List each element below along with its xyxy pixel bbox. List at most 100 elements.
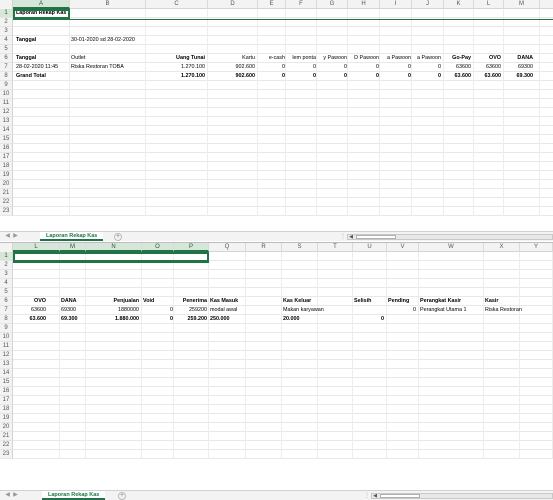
- tab-split-handle-icon[interactable]: ⋮: [364, 492, 370, 499]
- header-ovo[interactable]: OVO: [474, 54, 502, 63]
- row-header-16[interactable]: 16: [0, 387, 13, 396]
- row-header-3[interactable]: 3: [0, 27, 13, 36]
- row-header-8[interactable]: 8: [0, 72, 13, 81]
- sheet-tab-laporan-rekap-kas[interactable]: Laporan Rekap Kas: [42, 491, 106, 500]
- header-pawoon-4[interactable]: a Pawoon: [412, 54, 442, 63]
- row7-pawoon-1[interactable]: 0: [317, 72, 348, 81]
- header-kartu[interactable]: Kartu: [208, 54, 256, 63]
- horizontal-scrollbar[interactable]: ◀: [347, 234, 553, 240]
- row7-dana[interactable]: 69.300: [60, 315, 79, 324]
- column-header-m[interactable]: M: [60, 243, 86, 252]
- row-header-14[interactable]: 14: [0, 126, 13, 135]
- row6-kartu[interactable]: 902.600: [208, 63, 256, 72]
- row-header-16[interactable]: 16: [0, 144, 13, 153]
- header-dana[interactable]: DANA: [60, 297, 78, 306]
- column-header-p[interactable]: P: [174, 243, 209, 252]
- row6-void[interactable]: 0: [142, 306, 174, 315]
- row6-gopay[interactable]: 63600: [444, 63, 472, 72]
- scroll-left-icon[interactable]: ◀: [372, 493, 378, 499]
- row6-perangkat-kasir[interactable]: Perangkat Utama 1: [419, 306, 467, 315]
- row-header-15[interactable]: 15: [0, 378, 13, 387]
- row7-penjualan[interactable]: 1.880.000: [86, 315, 140, 324]
- header-ovo[interactable]: OVO: [13, 297, 47, 306]
- row7-kas-masuk[interactable]: 250.000: [209, 315, 231, 324]
- header-pawoon-3[interactable]: a Pawoon: [380, 54, 412, 63]
- column-header-g[interactable]: G: [317, 0, 348, 9]
- row-header-8[interactable]: 8: [0, 315, 13, 324]
- row-header-21[interactable]: 21: [0, 432, 13, 441]
- row7-uang-tunai[interactable]: 1.270.100: [146, 72, 206, 81]
- column-header-s[interactable]: S: [282, 243, 318, 252]
- row-header-9[interactable]: 9: [0, 81, 13, 90]
- row7-kas-keluar[interactable]: 20.000: [282, 315, 301, 324]
- active-cell-l1[interactable]: [13, 252, 209, 262]
- select-all-corner[interactable]: [0, 243, 13, 252]
- row6-penerimaan[interactable]: 259200: [174, 306, 208, 315]
- header-pending[interactable]: Pending: [387, 297, 410, 306]
- row6-e-cash[interactable]: 0: [258, 63, 286, 72]
- header-perangkat-kasir[interactable]: Perangkat Kasir: [419, 297, 462, 306]
- row7-gopay[interactable]: 63.600: [444, 72, 472, 81]
- row6-dana[interactable]: 69300: [504, 63, 534, 72]
- header-kas-keluar[interactable]: Kas Keluar: [282, 297, 312, 306]
- column-header-a[interactable]: A: [13, 0, 70, 9]
- select-all-corner[interactable]: [0, 0, 13, 9]
- scrollbar-thumb[interactable]: [380, 494, 420, 498]
- header-penjualan[interactable]: Penjualan: [86, 297, 140, 306]
- header-pawoon-1[interactable]: y Pawoon: [317, 54, 348, 63]
- row-header-9[interactable]: 9: [0, 324, 13, 333]
- row7-selisih[interactable]: 0: [353, 315, 385, 324]
- row6-tanggal[interactable]: 28-02-2020 11:45: [15, 63, 59, 72]
- row-header-15[interactable]: 15: [0, 135, 13, 144]
- scroll-left-icon[interactable]: ◀: [348, 234, 354, 240]
- row-header-19[interactable]: 19: [0, 171, 13, 180]
- header-kasir[interactable]: Kasir: [484, 297, 500, 306]
- active-cell-a1[interactable]: [13, 9, 70, 19]
- row6-uang-tunai[interactable]: 1.270.100: [146, 63, 206, 72]
- row7-e-cash[interactable]: 0: [258, 72, 286, 81]
- row7-ovo[interactable]: 63.600: [13, 315, 47, 324]
- row-header-4[interactable]: 4: [0, 36, 13, 45]
- column-header-t[interactable]: T: [318, 243, 353, 252]
- row7-pawoon-4[interactable]: 0: [412, 72, 442, 81]
- row-header-22[interactable]: 22: [0, 198, 13, 207]
- row-header-17[interactable]: 17: [0, 396, 13, 405]
- header-uang-tunai[interactable]: Uang Tunai: [146, 54, 206, 63]
- scrollbar-thumb[interactable]: [356, 235, 396, 239]
- column-header-i[interactable]: I: [380, 0, 412, 9]
- row6-pawoon-4[interactable]: 0: [412, 63, 442, 72]
- row-header-2[interactable]: 2: [0, 18, 13, 27]
- column-header-v[interactable]: V: [387, 243, 419, 252]
- row-header-10[interactable]: 10: [0, 333, 13, 342]
- header-selisih[interactable]: Selisih: [353, 297, 372, 306]
- column-header-m[interactable]: M: [504, 0, 540, 9]
- column-header-f[interactable]: F: [286, 0, 317, 9]
- row7-pawoon-3[interactable]: 0: [380, 72, 412, 81]
- tanggal-label[interactable]: Tanggal: [15, 36, 37, 45]
- header-pawoon-2[interactable]: D Pawoon: [348, 54, 380, 63]
- row6-ovo[interactable]: 63600: [474, 63, 502, 72]
- row-header-20[interactable]: 20: [0, 180, 13, 189]
- row-header-12[interactable]: 12: [0, 108, 13, 117]
- grand-total-label[interactable]: Grand Total: [15, 72, 47, 81]
- header-outlet[interactable]: Outlet: [70, 54, 86, 63]
- row6-penjualan[interactable]: 1880000: [86, 306, 140, 315]
- row-header-14[interactable]: 14: [0, 369, 13, 378]
- column-header-u[interactable]: U: [353, 243, 387, 252]
- horizontal-scrollbar[interactable]: ◀: [371, 493, 553, 499]
- row-header-7[interactable]: 7: [0, 63, 13, 72]
- row-header-5[interactable]: 5: [0, 288, 13, 297]
- row7-kartu[interactable]: 902.600: [208, 72, 256, 81]
- row-header-10[interactable]: 10: [0, 90, 13, 99]
- column-header-e[interactable]: E: [258, 0, 286, 9]
- row6-pawoon-2[interactable]: 0: [348, 63, 380, 72]
- column-header-d[interactable]: D: [208, 0, 258, 9]
- row-header-4[interactable]: 4: [0, 279, 13, 288]
- sheet-nav-next-icon[interactable]: ▶: [12, 492, 19, 499]
- row-header-13[interactable]: 13: [0, 117, 13, 126]
- row7-item-ponta[interactable]: 0: [286, 72, 317, 81]
- row-header-7[interactable]: 7: [0, 306, 13, 315]
- column-header-k[interactable]: K: [444, 0, 474, 9]
- column-header-h[interactable]: H: [348, 0, 380, 9]
- row6-pawoon-1[interactable]: 0: [317, 63, 348, 72]
